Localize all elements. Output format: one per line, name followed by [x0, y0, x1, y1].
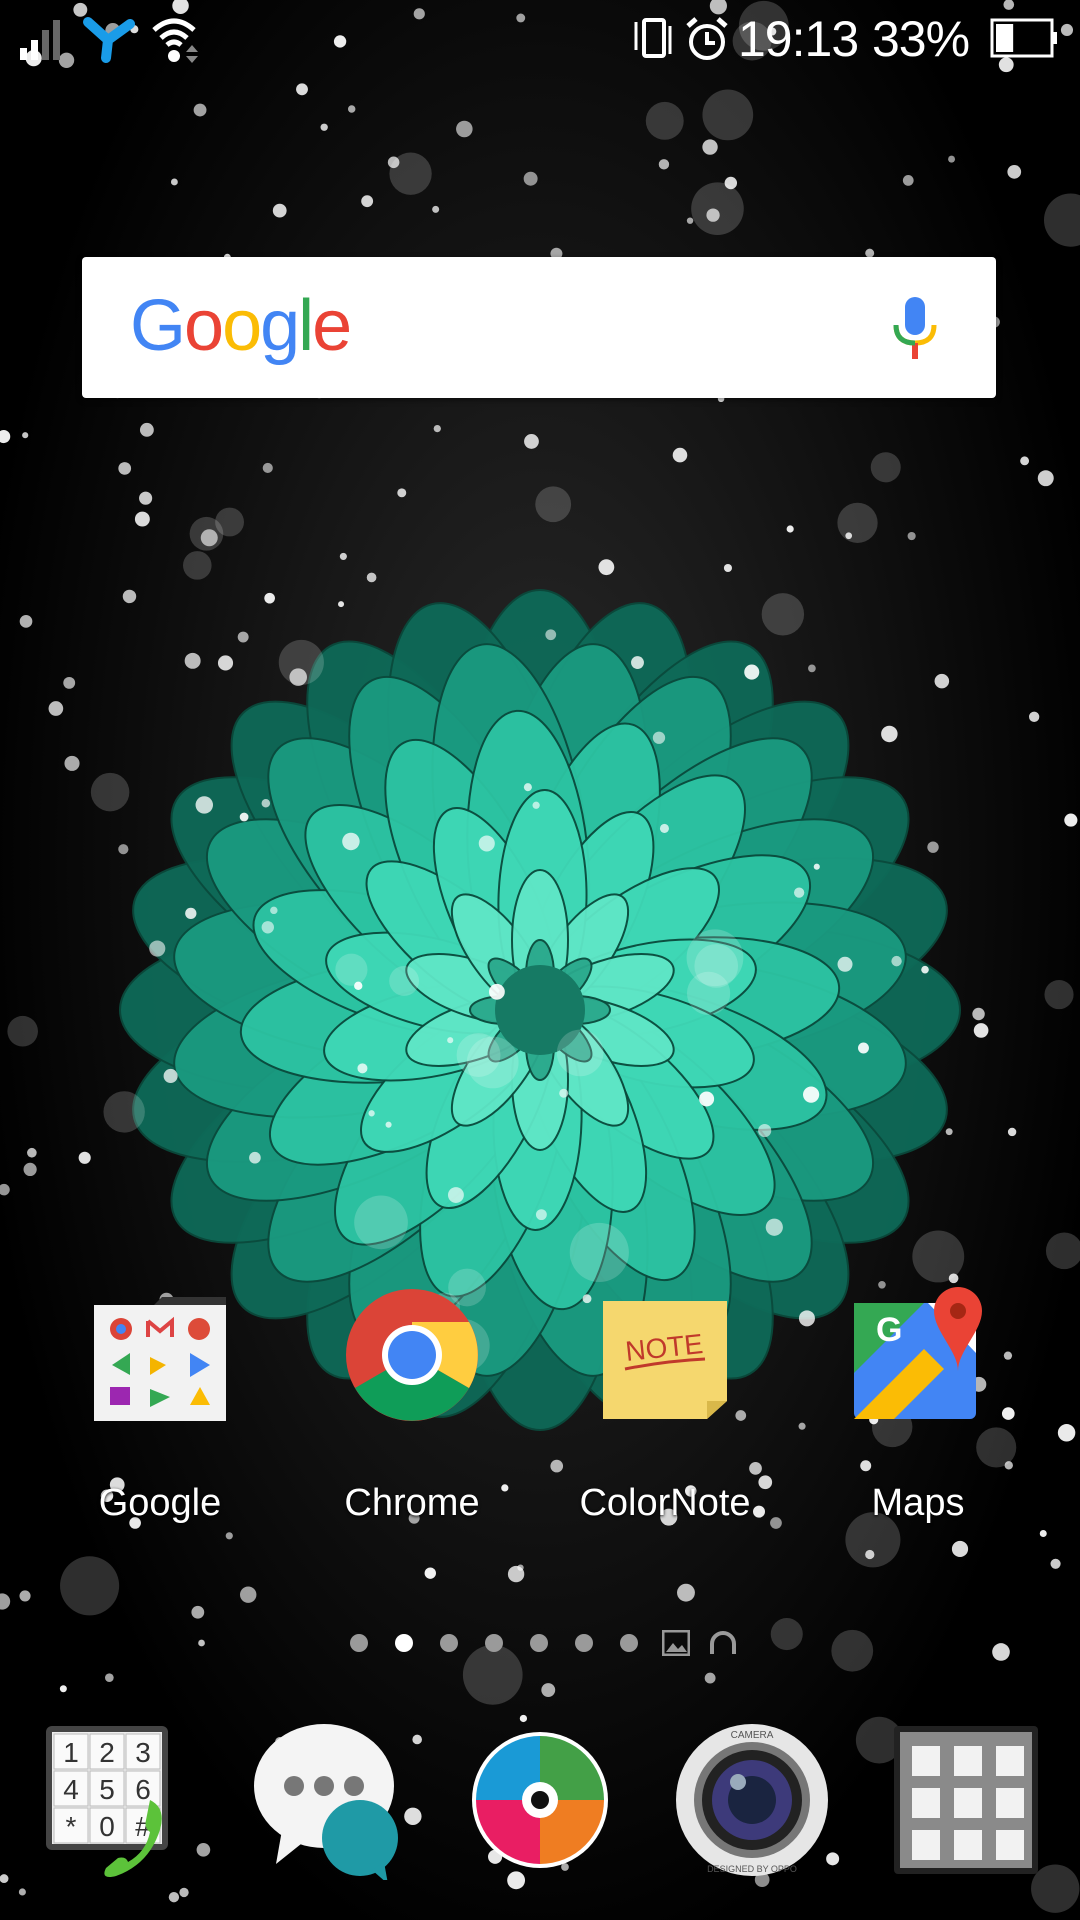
colornote-icon: NOTE: [603, 1301, 727, 1419]
wifi-icon: [152, 18, 198, 63]
dial-key: 5: [99, 1774, 115, 1805]
dial-key: *: [66, 1811, 77, 1842]
svg-text:CAMERA: CAMERA: [731, 1730, 774, 1741]
dial-key: 4: [63, 1774, 79, 1805]
battery-icon: [990, 18, 1057, 58]
clock: 19:13: [738, 11, 859, 67]
dial-key: 3: [135, 1737, 151, 1768]
gallery-icon[interactable]: [662, 1630, 690, 1656]
google-search-bar[interactable]: Google: [82, 257, 996, 398]
messages-icon: [254, 1724, 398, 1884]
app-label: Google: [98, 1482, 222, 1524]
battery-percent: 33%: [872, 11, 970, 67]
page-dot[interactable]: [395, 1634, 413, 1652]
network-hub-icon: [83, 17, 135, 63]
chrome-icon: [346, 1289, 478, 1421]
dialer-icon: 1 2 34 5 6* 0 #: [46, 1726, 168, 1877]
dial-key: 0: [99, 1811, 115, 1842]
maps-icon: G: [854, 1287, 982, 1419]
page-dot[interactable]: [575, 1634, 593, 1652]
app-maps[interactable]: G Maps: [818, 1285, 1018, 1525]
music-disc-icon: [472, 1732, 608, 1868]
page-dot[interactable]: [440, 1634, 458, 1652]
vibrate-icon: [634, 18, 672, 58]
svg-text:DESIGNED BY OPPO: DESIGNED BY OPPO: [707, 1864, 797, 1874]
dock-camera[interactable]: CAMERA DESIGNED BY OPPO: [672, 1720, 832, 1880]
dock-music[interactable]: [460, 1720, 620, 1880]
svg-text:G: G: [876, 1311, 902, 1349]
dial-key: 1: [63, 1737, 79, 1768]
app-chrome[interactable]: Chrome: [312, 1285, 512, 1525]
page-indicator[interactable]: [0, 1628, 1080, 1658]
page-dot[interactable]: [485, 1634, 503, 1652]
dock-messages[interactable]: [252, 1720, 412, 1884]
app-label: Maps: [871, 1482, 965, 1524]
google-logo: Google: [130, 286, 352, 366]
app-label: Chrome: [344, 1482, 480, 1524]
app-label: ColorNote: [579, 1482, 751, 1524]
google-folder-icon: [94, 1297, 226, 1421]
app-colornote[interactable]: NOTE ColorNote: [565, 1285, 765, 1525]
app-drawer-icon: [894, 1726, 1038, 1874]
dock-app-drawer[interactable]: [890, 1720, 1050, 1880]
status-bar: 19:13 33%: [0, 0, 1080, 80]
dock-phone[interactable]: 1 2 3 4 5 6 * 0 #: [40, 1720, 200, 1880]
dial-key: 2: [99, 1737, 115, 1768]
page-dot[interactable]: [620, 1634, 638, 1652]
camera-icon: CAMERA DESIGNED BY OPPO: [676, 1724, 828, 1876]
alarm-icon: [686, 17, 728, 60]
app-google-folder[interactable]: Google: [60, 1285, 260, 1525]
page-dot[interactable]: [530, 1634, 548, 1652]
mic-icon[interactable]: [890, 297, 940, 361]
dial-key: 6: [135, 1774, 151, 1805]
headphones-icon[interactable]: [708, 1630, 738, 1656]
page-dot[interactable]: [350, 1634, 368, 1652]
